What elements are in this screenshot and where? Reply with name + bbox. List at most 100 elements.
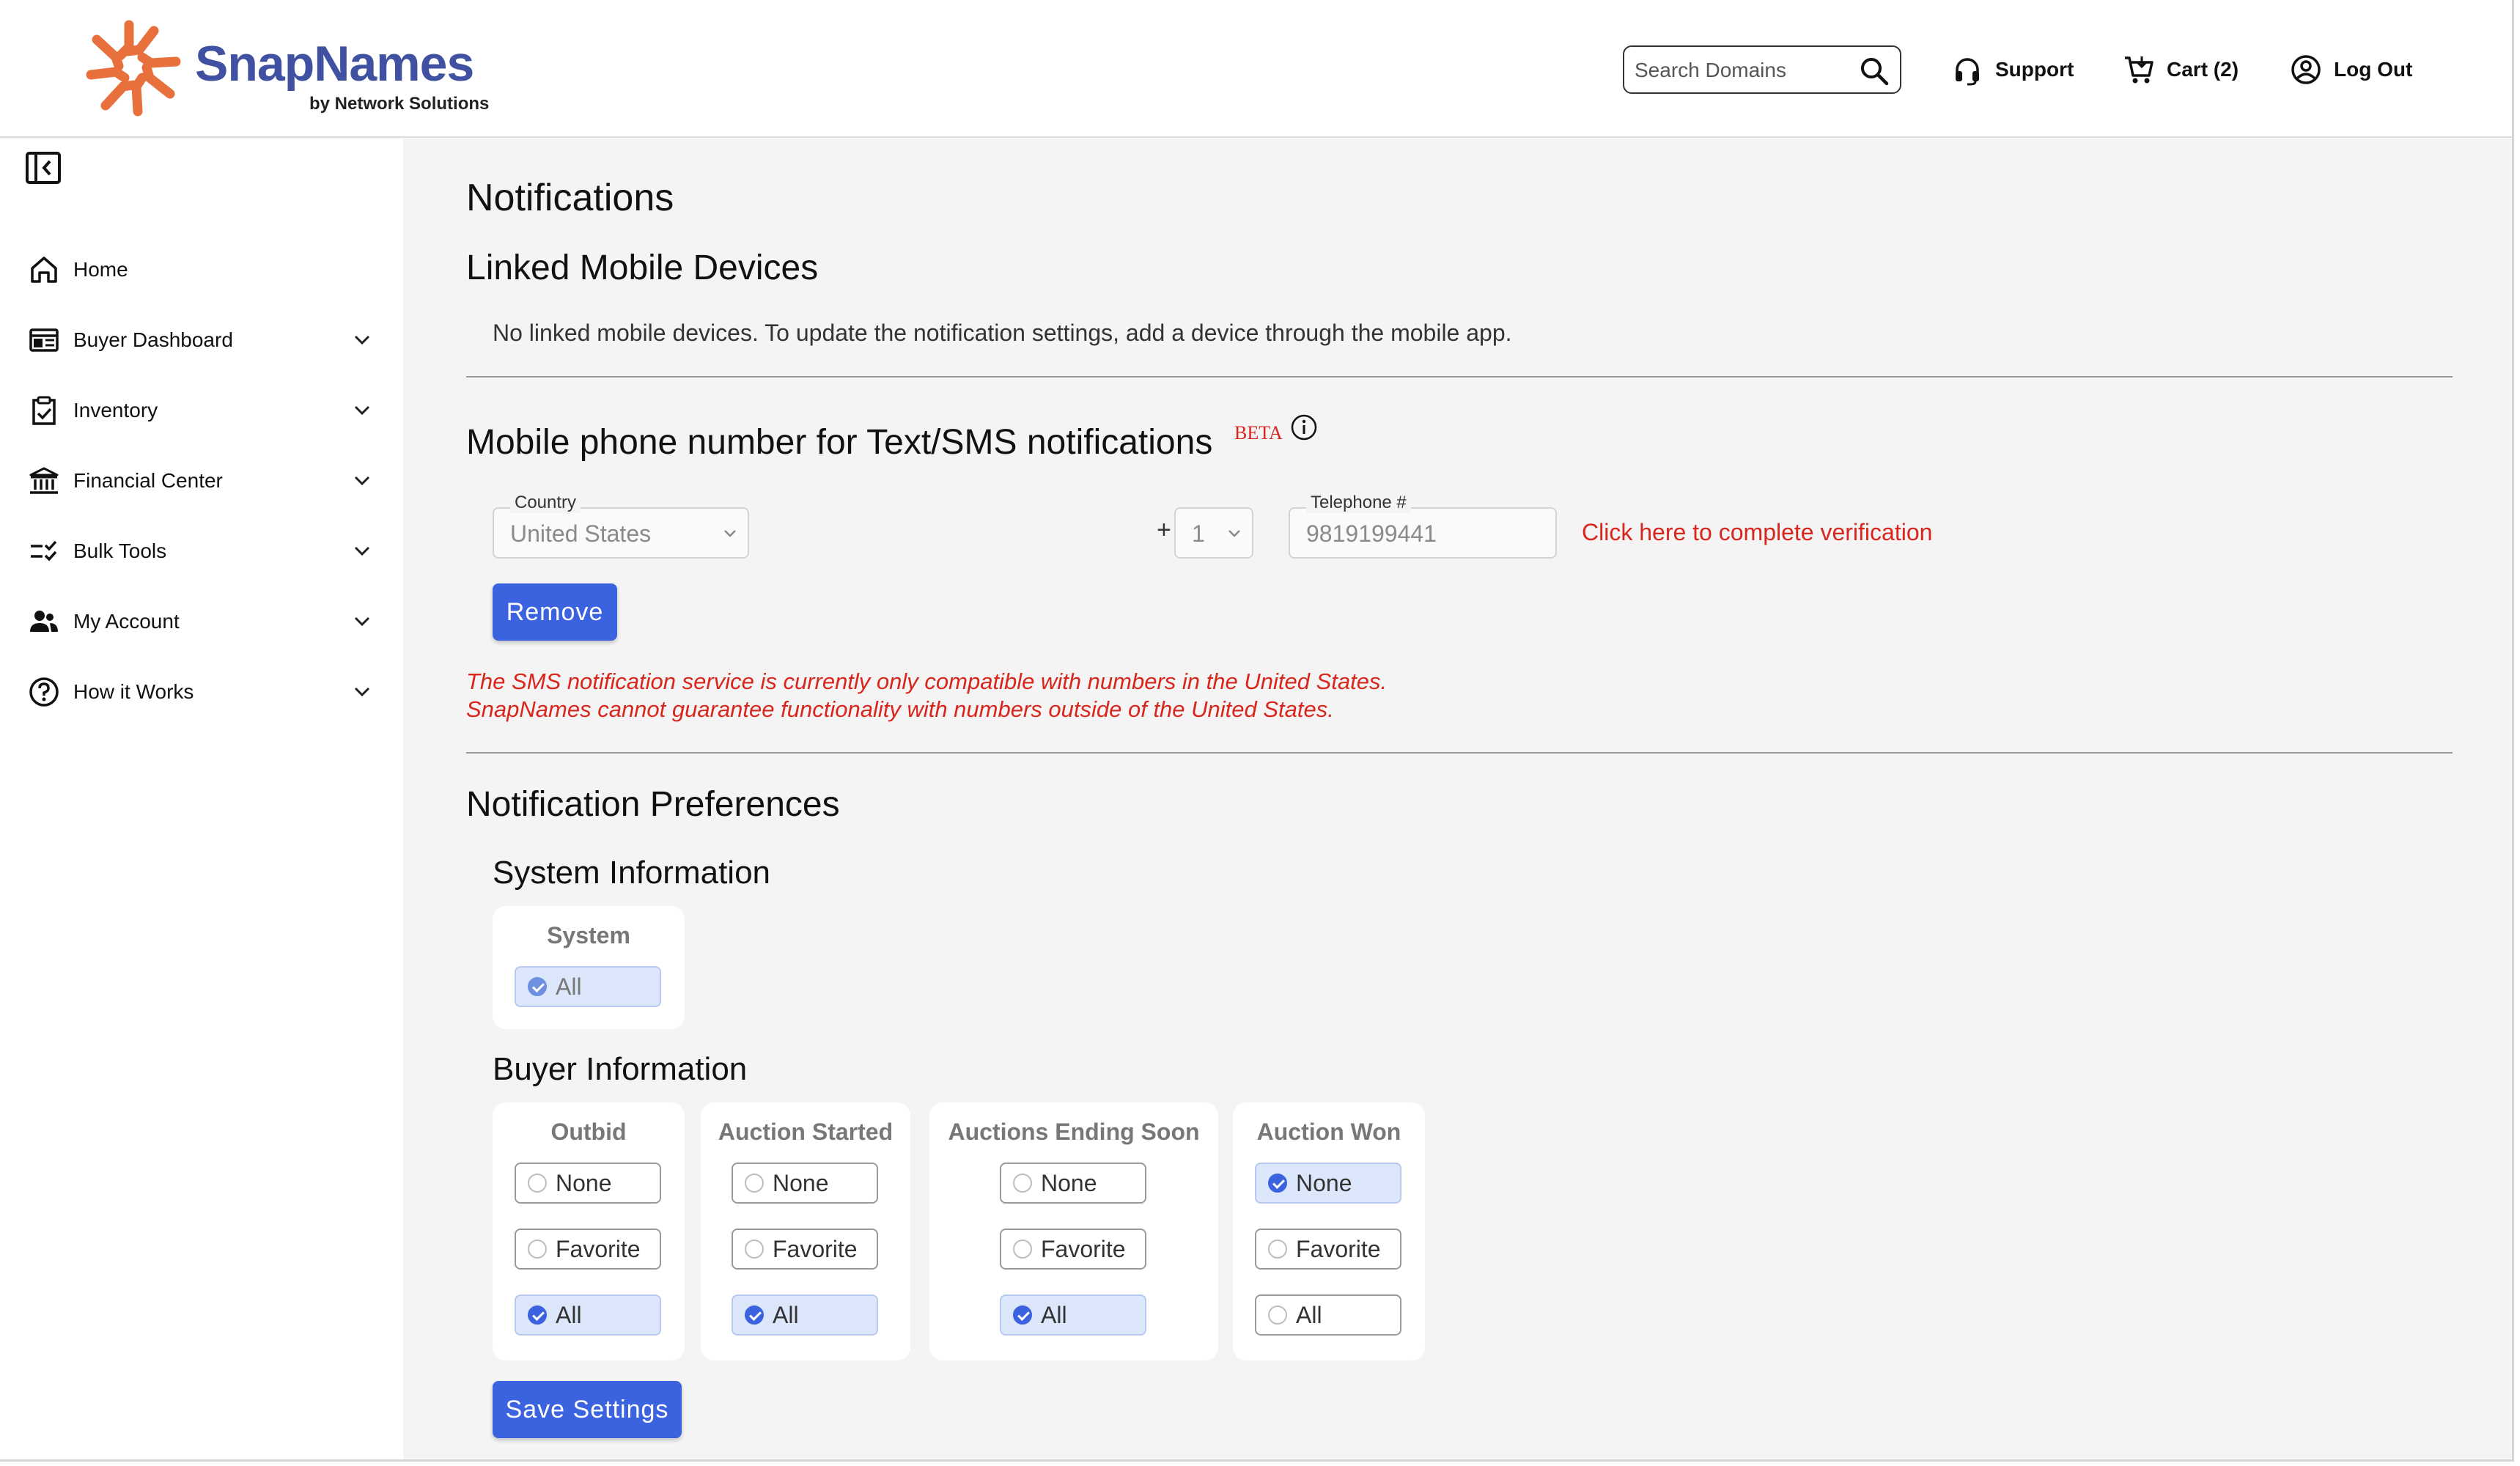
radio-checked-icon <box>528 1305 547 1325</box>
cart-icon <box>2125 56 2154 84</box>
auction-won-none-option[interactable]: None <box>1255 1163 1401 1204</box>
sms-heading: Mobile phone number for Text/SMS notific… <box>466 423 1213 462</box>
option-label: All <box>556 1301 582 1328</box>
logout-link[interactable]: Log Out <box>2290 51 2412 88</box>
telephone-field[interactable]: Telephone # 9819199441 <box>1289 493 1557 559</box>
auction-started-card: Auction Started None Favorite All <box>701 1102 910 1360</box>
auction-won-card: Auction Won None Favorite All <box>1233 1102 1425 1360</box>
sidebar: Home Buyer Dashboard Inventory Financial… <box>0 139 403 1459</box>
brand-name: SnapNames <box>195 36 474 92</box>
search-box <box>1623 45 1901 94</box>
option-label: All <box>773 1301 799 1328</box>
country-label: Country <box>510 493 581 513</box>
section-divider <box>466 752 2453 754</box>
chevron-down-icon[interactable] <box>350 610 374 633</box>
info-icon[interactable] <box>1290 413 1318 441</box>
option-label: Favorite <box>773 1235 858 1262</box>
chevron-down-icon[interactable] <box>350 328 374 352</box>
option-label: Favorite <box>1041 1235 1126 1262</box>
checklist-icon <box>31 540 57 561</box>
card-title: Auctions Ending Soon <box>948 1119 1200 1145</box>
sidebar-item-home[interactable]: Home <box>28 249 374 290</box>
radio-checked-icon <box>528 977 547 996</box>
sidebar-item-how-it-works[interactable]: How it Works <box>28 671 374 712</box>
radio-unchecked-icon <box>745 1240 764 1259</box>
cart-link[interactable]: Cart (2) <box>2123 51 2239 88</box>
option-label: Favorite <box>556 1235 641 1262</box>
linked-devices-heading: Linked Mobile Devices <box>466 248 819 287</box>
outbid-card: Outbid None Favorite All <box>493 1102 685 1360</box>
radio-unchecked-icon <box>1268 1305 1287 1325</box>
sidebar-item-label: Buyer Dashboard <box>73 328 233 351</box>
top-header: SnapNames by Network Solutions Support <box>0 0 2512 138</box>
outbid-none-option[interactable]: None <box>515 1163 661 1204</box>
outbid-all-option[interactable]: All <box>515 1294 661 1336</box>
chevron-down-icon[interactable] <box>350 680 374 704</box>
search-icon[interactable] <box>1859 56 1890 86</box>
card-title: Auction Won <box>1256 1119 1401 1145</box>
radio-unchecked-icon <box>1268 1240 1287 1259</box>
search-input[interactable] <box>1635 54 1854 86</box>
radio-unchecked-icon <box>1013 1174 1032 1193</box>
auction-started-all-option[interactable]: All <box>732 1294 878 1336</box>
sidebar-item-my-account[interactable]: My Account <box>28 601 374 642</box>
telephone-label: Telephone # <box>1306 493 1411 513</box>
radio-unchecked-icon <box>528 1174 547 1193</box>
help-circle-icon <box>29 677 59 707</box>
remove-button[interactable]: Remove <box>493 583 617 641</box>
sidebar-item-buyer-dashboard[interactable]: Buyer Dashboard <box>28 320 374 361</box>
system-info-heading: System Information <box>493 855 771 891</box>
clipboard-check-icon <box>32 396 56 425</box>
cart-label: Cart (2) <box>2167 58 2239 81</box>
radio-unchecked-icon <box>745 1174 764 1193</box>
sidebar-collapse-icon[interactable] <box>25 151 63 186</box>
radio-unchecked-icon <box>528 1240 547 1259</box>
option-label: None <box>1296 1169 1352 1196</box>
card-title: Outbid <box>550 1119 627 1145</box>
sidebar-item-label: Home <box>73 258 128 281</box>
ending-soon-all-option[interactable]: All <box>1000 1294 1146 1336</box>
sidebar-item-inventory[interactable]: Inventory <box>28 390 374 431</box>
country-value: United States <box>510 520 652 547</box>
ending-soon-none-option[interactable]: None <box>1000 1163 1146 1204</box>
support-label: Support <box>1995 58 2074 81</box>
country-select[interactable]: Country United States <box>493 493 749 559</box>
auction-started-none-option[interactable]: None <box>732 1163 878 1204</box>
auction-won-all-option[interactable]: All <box>1255 1294 1401 1336</box>
app-window: SnapNames by Network Solutions Support <box>0 0 2514 1462</box>
option-label: All <box>556 973 582 1000</box>
chevron-down-icon[interactable] <box>350 539 374 563</box>
linked-devices-message: No linked mobile devices. To update the … <box>493 320 1512 346</box>
logout-label: Log Out <box>2334 58 2413 81</box>
sidebar-item-label: How it Works <box>73 680 194 703</box>
page-title: Notifications <box>466 177 674 219</box>
auction-won-favorite-option[interactable]: Favorite <box>1255 1229 1401 1270</box>
sidebar-item-financial-center[interactable]: Financial Center <box>28 460 374 501</box>
sidebar-item-bulk-tools[interactable]: Bulk Tools <box>28 531 374 572</box>
sidebar-item-label: My Account <box>73 610 180 633</box>
save-settings-button[interactable]: Save Settings <box>493 1381 682 1438</box>
radio-unchecked-icon <box>1013 1240 1032 1259</box>
radio-checked-icon <box>1013 1305 1032 1325</box>
country-code-value: 1 <box>1192 520 1205 547</box>
card-title: System <box>547 922 630 949</box>
brand-tagline: by Network Solutions <box>309 94 490 114</box>
ending-soon-favorite-option[interactable]: Favorite <box>1000 1229 1146 1270</box>
auction-started-favorite-option[interactable]: Favorite <box>732 1229 878 1270</box>
chevron-down-icon[interactable] <box>350 399 374 422</box>
country-code-select[interactable]: 1 <box>1174 507 1253 559</box>
complete-verification-link[interactable]: Click here to complete verification <box>1582 519 1932 546</box>
option-label: All <box>1041 1301 1067 1328</box>
outbid-favorite-option[interactable]: Favorite <box>515 1229 661 1270</box>
system-all-option[interactable]: All <box>515 966 661 1007</box>
chevron-down-icon[interactable] <box>350 469 374 493</box>
bank-icon <box>29 467 59 494</box>
radio-checked-icon <box>1268 1174 1287 1193</box>
card-title: Auction Started <box>718 1119 894 1145</box>
support-link[interactable]: Support <box>1951 51 2074 88</box>
prefs-heading: Notification Preferences <box>466 785 840 824</box>
plus-sign: + <box>1157 516 1171 544</box>
home-icon <box>31 257 57 283</box>
snapnames-logo[interactable]: SnapNames by Network Solutions <box>84 18 494 120</box>
users-icon <box>30 611 58 632</box>
